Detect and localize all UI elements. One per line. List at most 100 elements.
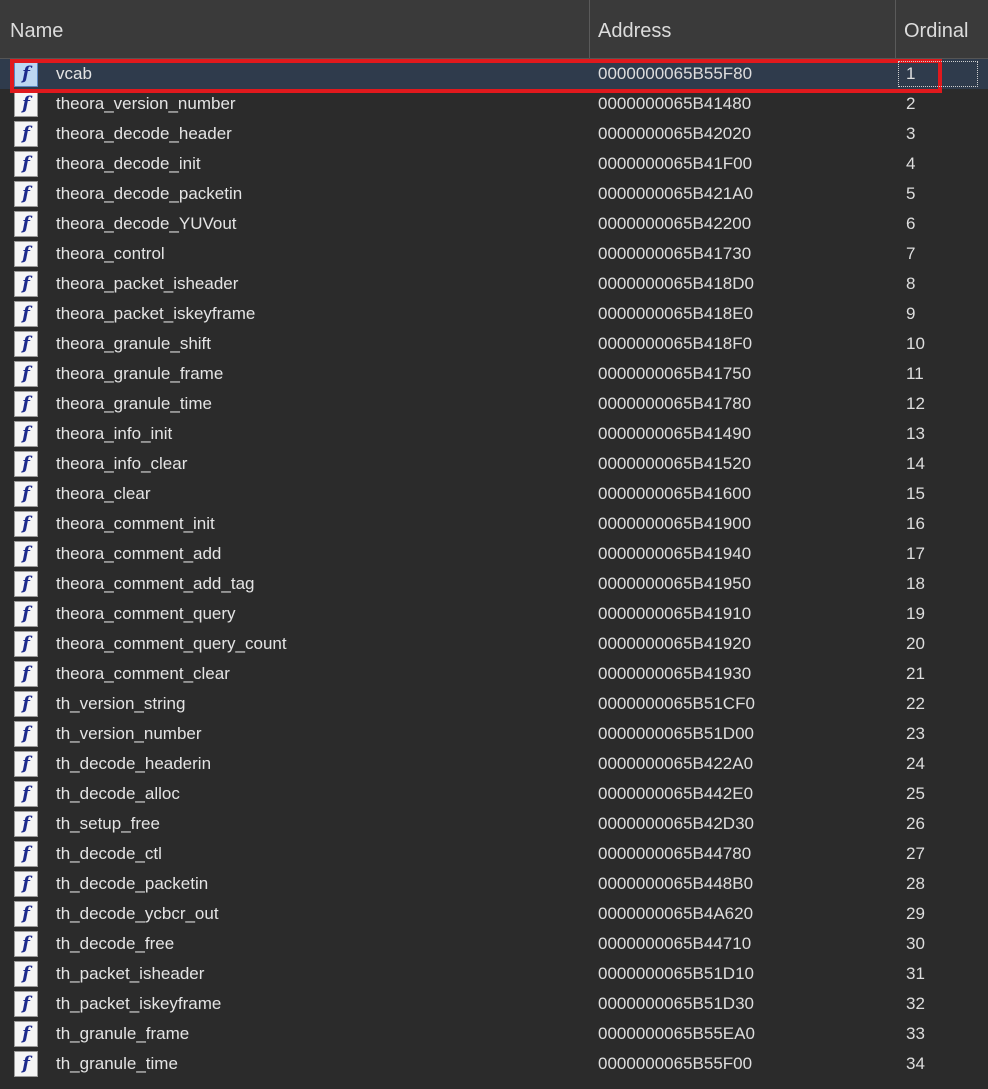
- table-row[interactable]: f theora_packet_iskeyframe 0000000065B418E…: [0, 299, 988, 329]
- table-row[interactable]: f vcab 0000000065B55F80 1: [0, 59, 988, 89]
- table-row[interactable]: f theora_version_number 0000000065B41480 2: [0, 89, 988, 119]
- export-name: theora_comment_query: [56, 604, 236, 623]
- cell-name: f theora_version_number: [0, 89, 590, 119]
- table-header: Name Address Ordinal: [0, 0, 988, 59]
- table-row[interactable]: f theora_comment_query 0000000065B41910 19: [0, 599, 988, 629]
- export-name: theora_control: [56, 244, 165, 263]
- cell-name: f th_version_string: [0, 689, 590, 719]
- export-name: theora_comment_query_count: [56, 634, 287, 653]
- table-row[interactable]: f theora_comment_add 0000000065B41940 17: [0, 539, 988, 569]
- column-header-address[interactable]: Address: [590, 0, 896, 58]
- table-row[interactable]: f theora_packet_isheader 0000000065B418D0 8: [0, 269, 988, 299]
- export-ordinal: 20: [906, 634, 925, 653]
- cell-name: f th_decode_ycbcr_out: [0, 899, 590, 929]
- table-row[interactable]: f theora_granule_time 0000000065B41780 12: [0, 389, 988, 419]
- cell-name: f th_packet_iskeyframe: [0, 989, 590, 1019]
- export-ordinal: 9: [906, 304, 916, 323]
- export-ordinal: 3: [906, 124, 916, 143]
- table-row[interactable]: f theora_decode_header 0000000065B42020 3: [0, 119, 988, 149]
- table-row[interactable]: f theora_comment_query_count 0000000065B41…: [0, 629, 988, 659]
- export-name: theora_packet_iskeyframe: [56, 304, 256, 323]
- cell-name: f th_decode_alloc: [0, 779, 590, 809]
- export-address: 0000000065B418F0: [598, 334, 753, 353]
- export-name: theora_clear: [56, 484, 151, 503]
- table-row[interactable]: f th_version_number 0000000065B51D00 23: [0, 719, 988, 749]
- cell-name: f th_version_number: [0, 719, 590, 749]
- table-row[interactable]: f th_decode_free 0000000065B44710 30: [0, 929, 988, 959]
- export-ordinal: 25: [906, 784, 925, 803]
- function-icon: f: [14, 211, 38, 237]
- table-row[interactable]: f th_granule_frame 0000000065B55EA0 33: [0, 1019, 988, 1049]
- table-row[interactable]: f th_packet_iskeyframe 0000000065B51D30 32: [0, 989, 988, 1019]
- export-ordinal: 22: [906, 694, 925, 713]
- export-ordinal: 34: [906, 1054, 925, 1073]
- export-address: 0000000065B41730: [598, 244, 752, 263]
- export-address: 0000000065B51D30: [598, 994, 754, 1013]
- table-row[interactable]: f theora_decode_packetin 0000000065B421A0 5: [0, 179, 988, 209]
- table-row[interactable]: f theora_comment_clear 0000000065B41930 21: [0, 659, 988, 689]
- export-address: 0000000065B442E0: [598, 784, 754, 803]
- table-row[interactable]: f th_decode_ycbcr_out 0000000065B4A620 29: [0, 899, 988, 929]
- cell-name: f th_decode_packetin: [0, 869, 590, 899]
- export-address: 0000000065B448B0: [598, 874, 754, 893]
- function-icon: f: [14, 1021, 38, 1047]
- export-ordinal: 4: [906, 154, 916, 173]
- cell-name: f theora_comment_add: [0, 539, 590, 569]
- cell-name: f theora_comment_query_count: [0, 629, 590, 659]
- table-row[interactable]: f th_decode_headerin 0000000065B422A0 24: [0, 749, 988, 779]
- export-name: th_setup_free: [56, 814, 160, 833]
- export-ordinal: 24: [906, 754, 925, 773]
- table-row[interactable]: f theora_comment_init 0000000065B41900 16: [0, 509, 988, 539]
- export-ordinal: 31: [906, 964, 925, 983]
- export-name: th_decode_packetin: [56, 874, 209, 893]
- export-address: 0000000065B41750: [598, 364, 752, 383]
- function-icon: f: [14, 661, 38, 687]
- table-row[interactable]: f theora_decode_YUVout 0000000065B42200 6: [0, 209, 988, 239]
- table-row[interactable]: f theora_clear 0000000065B41600 15: [0, 479, 988, 509]
- export-name: theora_decode_header: [56, 124, 232, 143]
- function-icon: f: [14, 271, 38, 297]
- export-address: 0000000065B55F00: [598, 1054, 753, 1073]
- export-ordinal: 1: [906, 64, 916, 83]
- function-icon: f: [14, 991, 38, 1017]
- cell-name: f theora_info_init: [0, 419, 590, 449]
- export-name: th_granule_time: [56, 1054, 178, 1073]
- export-name: theora_version_number: [56, 94, 236, 113]
- export-ordinal: 7: [906, 244, 916, 263]
- export-address: 0000000065B41930: [598, 664, 752, 683]
- export-address: 0000000065B41490: [598, 424, 752, 443]
- table-row[interactable]: f theora_info_clear 0000000065B41520 14: [0, 449, 988, 479]
- table-row[interactable]: f th_packet_isheader 0000000065B51D10 31: [0, 959, 988, 989]
- table-row[interactable]: f th_granule_time 0000000065B55F00 34: [0, 1049, 988, 1079]
- column-header-name[interactable]: Name: [0, 0, 590, 58]
- table-row[interactable]: f theora_granule_frame 0000000065B41750 11: [0, 359, 988, 389]
- table-row[interactable]: f theora_info_init 0000000065B41490 13: [0, 419, 988, 449]
- export-address: 0000000065B44710: [598, 934, 752, 953]
- cell-name: f theora_packet_isheader: [0, 269, 590, 299]
- function-icon: f: [14, 901, 38, 927]
- column-header-ordinal[interactable]: Ordinal: [896, 0, 988, 58]
- cell-name: f theora_comment_init: [0, 509, 590, 539]
- export-ordinal: 15: [906, 484, 925, 503]
- table-row[interactable]: f theora_decode_init 0000000065B41F00 4: [0, 149, 988, 179]
- table-row[interactable]: f th_setup_free 0000000065B42D30 26: [0, 809, 988, 839]
- export-ordinal: 16: [906, 514, 925, 533]
- export-address: 0000000065B41950: [598, 574, 752, 593]
- table-row[interactable]: f th_version_string 0000000065B51CF0 22: [0, 689, 988, 719]
- cell-name: f theora_decode_header: [0, 119, 590, 149]
- export-name: theora_info_init: [56, 424, 173, 443]
- export-name: theora_comment_clear: [56, 664, 230, 683]
- table-row[interactable]: f theora_control 0000000065B41730 7: [0, 239, 988, 269]
- table-row[interactable]: f theora_granule_shift 0000000065B418F0 10: [0, 329, 988, 359]
- table-row[interactable]: f theora_comment_add_tag 0000000065B41950 1…: [0, 569, 988, 599]
- exports-table: Name Address Ordinal f vcab 0000000065B55F…: [0, 0, 988, 1089]
- table-row[interactable]: f th_decode_alloc 0000000065B442E0 25: [0, 779, 988, 809]
- cell-name: f theora_comment_add_tag: [0, 569, 590, 599]
- cell-name: f theora_decode_YUVout: [0, 209, 590, 239]
- export-address: 0000000065B41940: [598, 544, 752, 563]
- table-row[interactable]: f th_decode_packetin 0000000065B448B0 28: [0, 869, 988, 899]
- table-row[interactable]: f th_decode_ctl 0000000065B44780 27: [0, 839, 988, 869]
- export-ordinal: 10: [906, 334, 925, 353]
- function-icon: f: [14, 181, 38, 207]
- export-address: 0000000065B51D10: [598, 964, 754, 983]
